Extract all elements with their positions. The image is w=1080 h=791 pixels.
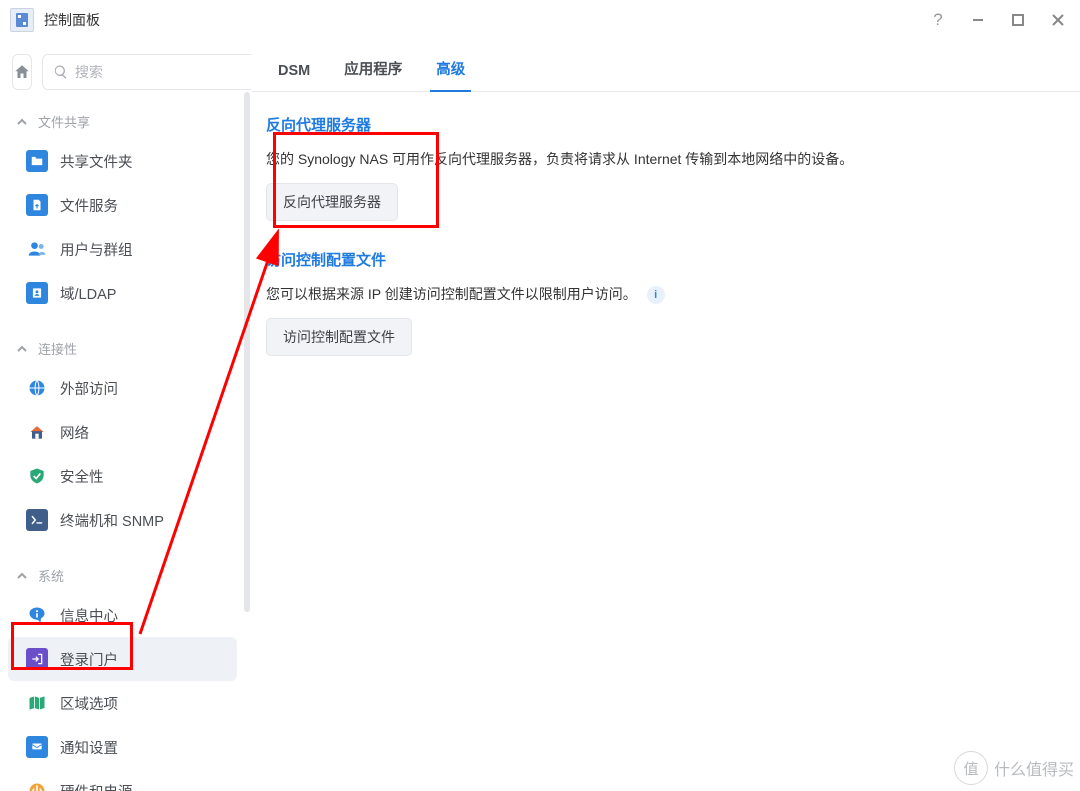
section-title-reverse-proxy: 反向代理服务器 [266, 114, 1066, 135]
section-text-body: 您可以根据来源 IP 创建访问控制配置文件以限制用户访问。 [266, 286, 637, 302]
tab-dsm[interactable]: DSM [264, 51, 324, 91]
sidebar-item-shared-folder[interactable]: 共享文件夹 [8, 139, 237, 183]
group-header-connectivity[interactable]: 连接性 [0, 329, 245, 366]
sidebar-item-label: 硬件和电源 [60, 781, 133, 791]
users-icon [26, 238, 48, 260]
notify-icon [26, 736, 48, 758]
group-label: 连接性 [38, 339, 77, 358]
watermark: 值 什么值得买 [954, 751, 1074, 785]
hardware-icon [26, 780, 48, 791]
search-input[interactable] [75, 64, 251, 80]
shield-icon [26, 465, 48, 487]
sidebar-item-label: 外部访问 [60, 378, 118, 399]
sidebar-item-label: 网络 [60, 422, 89, 443]
search-box[interactable] [42, 54, 251, 90]
window-title: 控制面板 [44, 10, 910, 30]
tab-advanced[interactable]: 高级 [422, 46, 479, 91]
reverse-proxy-button[interactable]: 反向代理服务器 [266, 183, 398, 221]
group-header-file-sharing[interactable]: 文件共享 [0, 102, 245, 139]
sidebar-item-label: 域/LDAP [60, 283, 116, 304]
ldap-icon [26, 282, 48, 304]
watermark-text: 什么值得买 [994, 756, 1074, 780]
file-service-icon [26, 194, 48, 216]
watermark-badge: 值 [954, 751, 988, 785]
group-label: 文件共享 [38, 112, 90, 131]
sidebar-item-users-groups[interactable]: 用户与群组 [8, 227, 237, 271]
tab-bar: DSM 应用程序 高级 [252, 44, 1080, 92]
sidebar-item-label: 区域选项 [60, 693, 118, 714]
sidebar-item-external-access[interactable]: 外部访问 [8, 366, 237, 410]
maximize-button[interactable] [1006, 8, 1030, 32]
sidebar-item-info-center[interactable]: 信息中心 [8, 593, 237, 637]
tab-applications[interactable]: 应用程序 [330, 46, 416, 91]
sidebar: 文件共享 共享文件夹 文件服务 用户与群组 域/LDAP 连接性 [0, 40, 252, 791]
sidebar-item-label: 文件服务 [60, 195, 118, 216]
sidebar-item-domain-ldap[interactable]: 域/LDAP [8, 271, 237, 315]
group-header-system[interactable]: 系统 [0, 556, 245, 593]
section-title-access-control: 访问控制配置文件 [266, 249, 1066, 270]
group-label: 系统 [38, 566, 64, 585]
sidebar-item-network[interactable]: 网络 [8, 410, 237, 454]
panel: 反向代理服务器 您的 Synology NAS 可用作反向代理服务器，负责将请求… [252, 92, 1080, 374]
globe-icon [26, 377, 48, 399]
close-button[interactable] [1046, 8, 1070, 32]
terminal-icon [26, 509, 48, 531]
house-icon [26, 421, 48, 443]
section-text-access-control: 您可以根据来源 IP 创建访问控制配置文件以限制用户访问。 i [266, 284, 1066, 304]
window-titlebar: 控制面板 ? [0, 0, 1080, 40]
region-icon [26, 692, 48, 714]
sidebar-item-label: 通知设置 [60, 737, 118, 758]
section-text-reverse-proxy: 您的 Synology NAS 可用作反向代理服务器，负责将请求从 Intern… [266, 149, 1066, 169]
chevron-up-icon [16, 570, 28, 582]
content-area: DSM 应用程序 高级 反向代理服务器 您的 Synology NAS 可用作反… [252, 40, 1080, 791]
access-control-profiles-button[interactable]: 访问控制配置文件 [266, 318, 412, 356]
info-icon[interactable]: i [647, 286, 665, 304]
app-icon [10, 8, 34, 32]
chevron-up-icon [16, 343, 28, 355]
sidebar-scrollbar[interactable] [244, 92, 250, 612]
search-icon [53, 64, 69, 80]
sidebar-item-label: 终端机和 SNMP [60, 510, 164, 531]
home-button[interactable] [12, 54, 32, 90]
sidebar-item-label: 用户与群组 [60, 239, 133, 260]
sidebar-item-regional-options[interactable]: 区域选项 [8, 681, 237, 725]
sidebar-item-terminal-snmp[interactable]: 终端机和 SNMP [8, 498, 237, 542]
sidebar-item-notification[interactable]: 通知设置 [8, 725, 237, 769]
sidebar-item-label: 共享文件夹 [60, 151, 133, 172]
login-icon [26, 648, 48, 670]
sidebar-item-hardware-power[interactable]: 硬件和电源 [8, 769, 237, 791]
chevron-up-icon [16, 116, 28, 128]
sidebar-item-label: 安全性 [60, 466, 104, 487]
minimize-button[interactable] [966, 8, 990, 32]
sidebar-item-label: 登录门户 [60, 649, 118, 670]
sidebar-item-login-portal[interactable]: 登录门户 [8, 637, 237, 681]
sidebar-item-security[interactable]: 安全性 [8, 454, 237, 498]
folder-icon [26, 150, 48, 172]
sidebar-item-file-services[interactable]: 文件服务 [8, 183, 237, 227]
info-icon [26, 604, 48, 626]
help-button[interactable]: ? [926, 8, 950, 32]
sidebar-item-label: 信息中心 [60, 605, 118, 626]
